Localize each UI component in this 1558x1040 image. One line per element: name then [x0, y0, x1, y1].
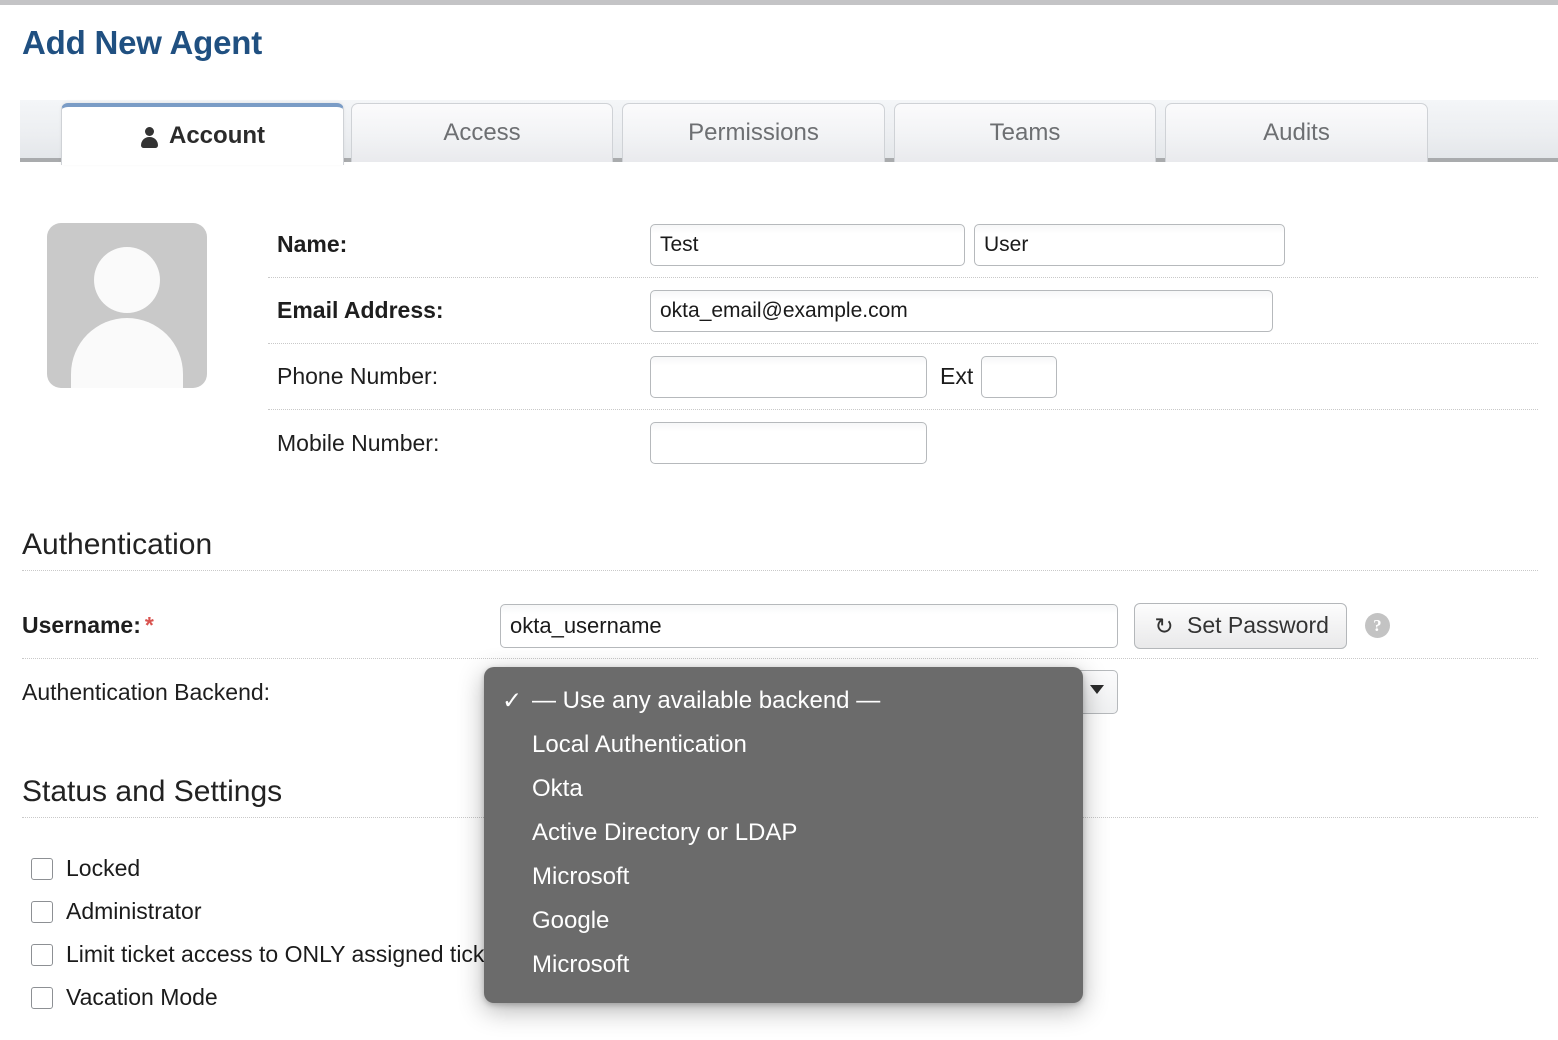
dropdown-option-use-any-available-backend[interactable]: ✓ — Use any available backend — [484, 679, 1083, 723]
first-name-input[interactable] [650, 224, 965, 266]
check-icon: ✓ [502, 687, 522, 716]
username-label-text: Username: [22, 612, 141, 638]
tab-account-label: Account [169, 122, 265, 150]
authentication-heading: Authentication [22, 528, 1538, 571]
tab-audits-label: Audits [1263, 119, 1330, 147]
checkbox-locked[interactable] [31, 858, 53, 880]
chevron-down-icon [1090, 685, 1104, 694]
row-mobile: Mobile Number: [268, 410, 1538, 476]
row-email: Email Address: [268, 278, 1538, 344]
checkbox-locked-label: Locked [66, 855, 140, 882]
row-username: Username:* ↻ Set Password ? [22, 593, 1538, 659]
name-label: Name: [268, 231, 650, 258]
tab-audits[interactable]: Audits [1165, 103, 1428, 162]
email-label: Email Address: [268, 297, 650, 324]
account-form: Name: Email Address: Phone Number: Ext M… [268, 212, 1538, 476]
ext-label: Ext [940, 363, 973, 390]
tab-permissions-label: Permissions [688, 119, 819, 147]
dropdown-option-label: Active Directory or LDAP [532, 819, 797, 847]
tab-teams[interactable]: Teams [894, 103, 1156, 162]
auth-backend-dropdown-menu: ✓ — Use any available backend — Local Au… [484, 667, 1083, 1003]
avatar[interactable] [47, 223, 207, 388]
dropdown-option-label: — Use any available backend — [532, 687, 880, 715]
auth-backend-label: Authentication Backend: [22, 679, 500, 706]
username-input[interactable] [500, 604, 1118, 648]
mobile-input[interactable] [650, 422, 927, 464]
avatar-body-shape [71, 318, 183, 388]
set-password-label: Set Password [1187, 612, 1329, 639]
row-name: Name: [268, 212, 1538, 278]
tab-bar: Account Access Permissions Teams Audits [20, 100, 1558, 162]
avatar-head-shape [94, 247, 160, 313]
phone-input[interactable] [650, 356, 927, 398]
tab-access-label: Access [443, 119, 520, 147]
set-password-button[interactable]: ↻ Set Password [1134, 603, 1347, 649]
dropdown-option-label: Okta [532, 775, 583, 803]
dropdown-option-okta[interactable]: Okta [484, 767, 1083, 811]
refresh-icon: ↻ [1152, 615, 1176, 637]
dropdown-option-label: Microsoft [532, 951, 629, 979]
row-phone: Phone Number: Ext [268, 344, 1538, 410]
email-input[interactable] [650, 290, 1273, 332]
tab-account[interactable]: Account [61, 103, 344, 165]
username-label: Username:* [22, 612, 500, 639]
tab-permissions[interactable]: Permissions [622, 103, 885, 162]
authentication-section: Authentication [22, 528, 1538, 571]
checkbox-limit-ticket-access-label: Limit ticket access to ONLY assigned tic… [66, 941, 515, 968]
browser-chrome-strip [0, 0, 1558, 5]
dropdown-option-local-authentication[interactable]: Local Authentication [484, 723, 1083, 767]
dropdown-option-label: Microsoft [532, 863, 629, 891]
ext-input[interactable] [981, 356, 1057, 398]
checkbox-administrator[interactable] [31, 901, 53, 923]
required-marker: * [145, 612, 154, 638]
dropdown-option-label: Local Authentication [532, 731, 747, 759]
help-icon[interactable]: ? [1365, 613, 1390, 638]
dropdown-option-label: Google [532, 907, 609, 935]
dropdown-option-microsoft-2[interactable]: Microsoft [484, 943, 1083, 987]
mobile-label: Mobile Number: [268, 430, 650, 457]
dropdown-option-google[interactable]: Google [484, 899, 1083, 943]
dropdown-option-microsoft-1[interactable]: Microsoft [484, 855, 1083, 899]
last-name-input[interactable] [974, 224, 1285, 266]
tab-teams-label: Teams [990, 119, 1061, 147]
tab-access[interactable]: Access [351, 103, 613, 162]
checkbox-administrator-label: Administrator [66, 898, 201, 925]
checkbox-vacation-mode[interactable] [31, 987, 53, 1009]
page-title: Add New Agent [22, 24, 262, 62]
dropdown-option-active-directory-or-ldap[interactable]: Active Directory or LDAP [484, 811, 1083, 855]
checkbox-vacation-mode-label: Vacation Mode [66, 984, 218, 1011]
person-icon [140, 127, 159, 148]
phone-label: Phone Number: [268, 363, 650, 390]
page-root: Add New Agent Account Access Permissions… [0, 0, 1558, 1040]
checkbox-limit-ticket-access[interactable] [31, 944, 53, 966]
